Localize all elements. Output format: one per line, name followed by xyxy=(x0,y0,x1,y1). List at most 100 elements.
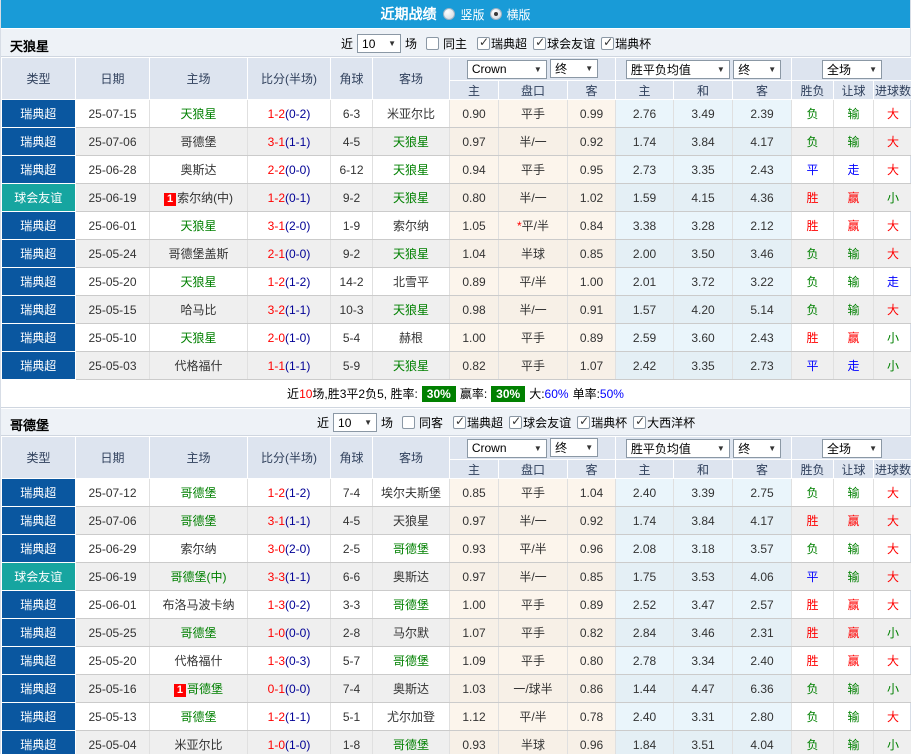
league-checkbox[interactable] xyxy=(453,414,467,429)
league-type-cell[interactable]: 瑞典超 xyxy=(1,618,76,647)
home-team-cell[interactable]: 索尔纳 xyxy=(149,534,248,563)
league-type-cell[interactable]: 瑞典超 xyxy=(1,730,76,754)
home-team-cell[interactable]: 哥德堡 xyxy=(149,506,248,535)
score-cell[interactable]: 3-0(2-0) xyxy=(247,534,331,563)
away-team-cell[interactable]: 哥德堡 xyxy=(372,730,450,754)
league-checkbox[interactable] xyxy=(577,414,591,429)
away-team-cell[interactable]: 米亚尔比 xyxy=(372,99,450,128)
home-team-cell[interactable]: 哥德堡 xyxy=(149,127,248,156)
score-cell[interactable]: 3-3(1-1) xyxy=(247,562,331,591)
away-team-cell[interactable]: 哥德堡 xyxy=(372,534,450,563)
away-team-cell[interactable]: 天狼星 xyxy=(372,351,450,380)
score-cell[interactable]: 1-3(0-3) xyxy=(247,646,331,675)
home-team-cell[interactable]: 哥德堡盖斯 xyxy=(149,239,248,268)
away-team-cell[interactable]: 奥斯达 xyxy=(372,562,450,591)
away-team-cell[interactable]: 天狼星 xyxy=(372,127,450,156)
league-type-cell[interactable]: 瑞典超 xyxy=(1,127,76,156)
league-type-cell[interactable]: 瑞典超 xyxy=(1,211,76,240)
score-cell[interactable]: 0-1(0-0) xyxy=(247,674,331,703)
scope-select[interactable]: 全场 xyxy=(822,438,883,458)
away-team-cell[interactable]: 埃尔夫斯堡 xyxy=(372,478,450,507)
same-venue-checkbox[interactable] xyxy=(402,416,416,429)
score-cell[interactable]: 3-1(1-1) xyxy=(247,127,331,156)
away-team-cell[interactable]: 天狼星 xyxy=(372,155,450,184)
league-checkbox[interactable] xyxy=(533,35,547,50)
away-team-cell[interactable]: 北雪平 xyxy=(372,267,450,296)
league-type-cell[interactable]: 瑞典超 xyxy=(1,239,76,268)
away-team-cell[interactable]: 天狼星 xyxy=(372,239,450,268)
score-cell[interactable]: 1-3(0-2) xyxy=(247,590,331,619)
league-type-cell[interactable]: 瑞典超 xyxy=(1,646,76,675)
league-type-cell[interactable]: 球会友谊 xyxy=(1,562,76,591)
score-cell[interactable]: 2-1(0-0) xyxy=(247,239,331,268)
league-type-cell[interactable]: 瑞典超 xyxy=(1,155,76,184)
score-cell[interactable]: 1-0(1-0) xyxy=(247,730,331,754)
bookmaker-select[interactable]: Crown xyxy=(466,438,547,458)
radio-horizontal-label[interactable]: 横版 xyxy=(507,6,531,23)
league-checkbox[interactable] xyxy=(477,35,491,50)
league-type-cell[interactable]: 瑞典超 xyxy=(1,506,76,535)
score-cell[interactable]: 1-2(0-1) xyxy=(247,183,331,212)
final-odds-select[interactable]: 终 xyxy=(550,438,599,458)
radio-vertical-layout[interactable] xyxy=(443,8,456,20)
score-cell[interactable]: 1-0(0-0) xyxy=(247,618,331,647)
home-team-cell[interactable]: 哥德堡 xyxy=(149,618,248,647)
league-type-cell[interactable]: 瑞典超 xyxy=(1,351,76,380)
league-type-cell[interactable]: 瑞典超 xyxy=(1,534,76,563)
same-venue-checkbox[interactable] xyxy=(426,37,440,50)
league-type-cell[interactable]: 瑞典超 xyxy=(1,590,76,619)
league-type-cell[interactable]: 瑞典超 xyxy=(1,99,76,128)
home-team-cell[interactable]: 天狼星 xyxy=(149,99,248,128)
home-team-cell[interactable]: 哥德堡(中) xyxy=(149,562,248,591)
scope-select[interactable]: 全场 xyxy=(822,59,883,79)
score-cell[interactable]: 2-0(1-0) xyxy=(247,323,331,352)
score-cell[interactable]: 3-1(2-0) xyxy=(247,211,331,240)
league-type-cell[interactable]: 瑞典超 xyxy=(1,478,76,507)
score-cell[interactable]: 2-2(0-0) xyxy=(247,155,331,184)
home-team-cell[interactable]: 哈马比 xyxy=(149,295,248,324)
home-team-cell[interactable]: 哥德堡 xyxy=(149,478,248,507)
home-team-cell[interactable]: 天狼星 xyxy=(149,267,248,296)
home-team-cell[interactable]: 米亚尔比 xyxy=(149,730,248,754)
home-team-cell[interactable]: 天狼星 xyxy=(149,323,248,352)
final-avg-select[interactable]: 终 xyxy=(733,59,782,79)
score-cell[interactable]: 1-2(0-2) xyxy=(247,99,331,128)
away-team-cell[interactable]: 哥德堡 xyxy=(372,646,450,675)
home-team-cell[interactable]: 哥德堡 xyxy=(149,702,248,731)
score-cell[interactable]: 3-1(1-1) xyxy=(247,506,331,535)
league-type-cell[interactable]: 瑞典超 xyxy=(1,674,76,703)
away-team-cell[interactable]: 尤尔加登 xyxy=(372,702,450,731)
league-type-cell[interactable]: 瑞典超 xyxy=(1,323,76,352)
score-cell[interactable]: 1-2(1-1) xyxy=(247,702,331,731)
home-team-cell[interactable]: 1 哥德堡 xyxy=(149,674,248,703)
radio-vertical-label[interactable]: 竖版 xyxy=(460,6,484,23)
bookmaker-select[interactable]: Crown xyxy=(466,59,547,79)
avg-odds-select[interactable]: 胜平负均值 xyxy=(625,438,730,458)
league-type-cell[interactable]: 瑞典超 xyxy=(1,702,76,731)
score-cell[interactable]: 1-1(1-1) xyxy=(247,351,331,380)
league-checkbox[interactable] xyxy=(601,35,615,50)
league-checkbox[interactable] xyxy=(509,414,523,429)
away-team-cell[interactable]: 奥斯达 xyxy=(372,674,450,703)
away-team-cell[interactable]: 天狼星 xyxy=(372,183,450,212)
league-checkbox[interactable] xyxy=(633,414,647,429)
league-type-cell[interactable]: 瑞典超 xyxy=(1,295,76,324)
home-team-cell[interactable]: 布洛马波卡纳 xyxy=(149,590,248,619)
away-team-cell[interactable]: 马尔默 xyxy=(372,618,450,647)
match-count-select[interactable]: 10 xyxy=(333,413,378,432)
home-team-cell[interactable]: 奥斯达 xyxy=(149,155,248,184)
home-team-cell[interactable]: 代格福什 xyxy=(149,351,248,380)
away-team-cell[interactable]: 天狼星 xyxy=(372,506,450,535)
home-team-cell[interactable]: 1 索尔纳(中) xyxy=(149,183,248,212)
final-avg-select[interactable]: 终 xyxy=(733,438,782,458)
league-type-cell[interactable]: 球会友谊 xyxy=(1,183,76,212)
away-team-cell[interactable]: 哥德堡 xyxy=(372,590,450,619)
home-team-cell[interactable]: 代格福什 xyxy=(149,646,248,675)
away-team-cell[interactable]: 索尔纳 xyxy=(372,211,450,240)
score-cell[interactable]: 1-2(1-2) xyxy=(247,267,331,296)
home-team-cell[interactable]: 天狼星 xyxy=(149,211,248,240)
radio-horizontal-layout[interactable] xyxy=(489,8,502,20)
score-cell[interactable]: 3-2(1-1) xyxy=(247,295,331,324)
away-team-cell[interactable]: 赫根 xyxy=(372,323,450,352)
final-odds-select[interactable]: 终 xyxy=(550,59,599,79)
